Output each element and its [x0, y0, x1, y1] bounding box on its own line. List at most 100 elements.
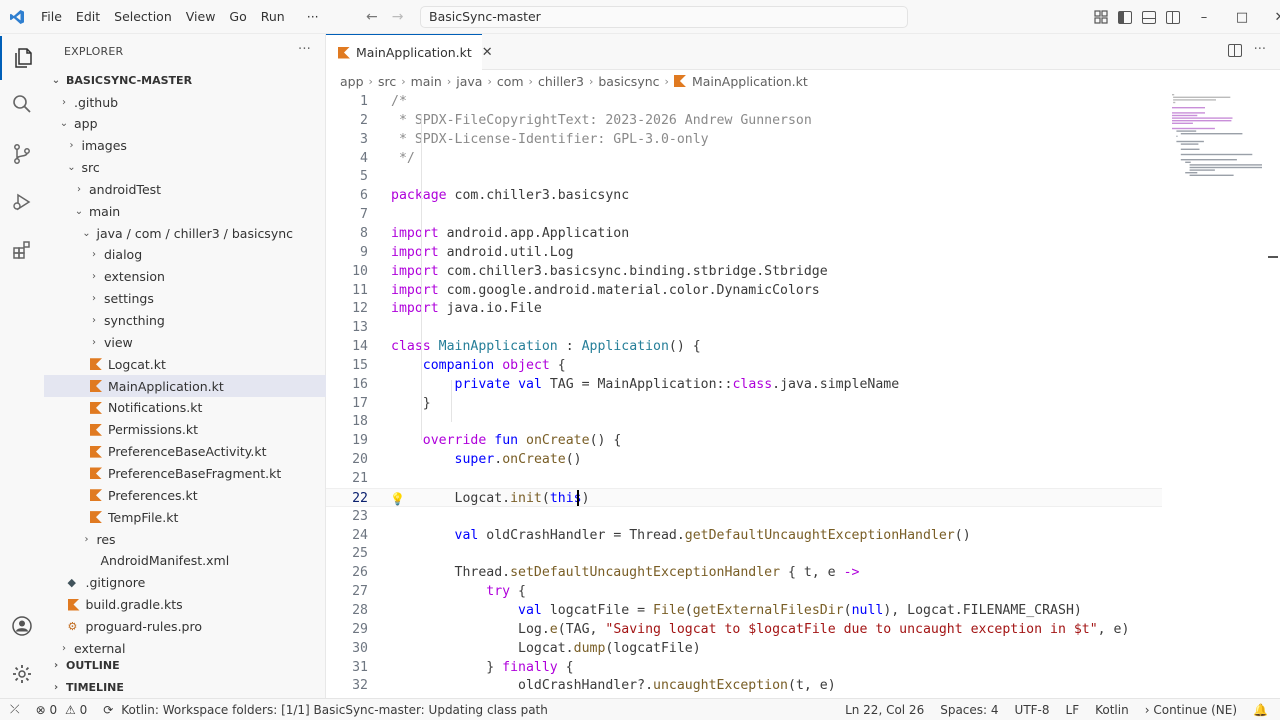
breadcrumb-item[interactable]: com — [497, 74, 524, 89]
code-line[interactable]: 12 import java.io.File — [326, 299, 1162, 318]
notifications-bell-icon[interactable]: 🔔 — [1245, 703, 1280, 717]
toggle-primary-sidebar-icon[interactable] — [1118, 10, 1132, 24]
code-line[interactable]: 26 Thread.setDefaultUncaughtExceptionHan… — [326, 563, 1162, 582]
tree-file[interactable]: Preferences.kt — [44, 484, 326, 506]
restore-button[interactable]: □ — [1228, 10, 1256, 25]
breadcrumb-item[interactable]: main — [411, 74, 442, 89]
code-line[interactable]: 27 try { — [326, 582, 1162, 601]
breadcrumb-item[interactable]: java — [456, 74, 482, 89]
code-line[interactable]: 29 Log.e(TAG, "Saving logcat to $logcatF… — [326, 620, 1162, 639]
accounts-icon[interactable] — [0, 604, 44, 648]
tree-file[interactable]: build.gradle.kts — [44, 594, 326, 616]
continue-status[interactable]: › Continue (NE) — [1137, 703, 1245, 717]
breadcrumb-item[interactable]: app — [340, 74, 364, 89]
tree-folder[interactable]: ⌄ java / com / chiller3 / basicsync — [44, 222, 326, 244]
menu-go[interactable]: Go — [222, 0, 253, 34]
toggle-panel-icon[interactable] — [1142, 10, 1156, 24]
tree-file[interactable]: TempFile.kt — [44, 506, 326, 528]
explorer-icon[interactable] — [0, 36, 44, 80]
encoding[interactable]: UTF-8 — [1007, 703, 1058, 717]
tree-folder[interactable]: › .github — [44, 91, 326, 113]
tree-file[interactable]: PreferenceBaseActivity.kt — [44, 441, 326, 463]
end-of-line[interactable]: LF — [1058, 703, 1088, 717]
close-window-button[interactable]: ✕ — [1266, 10, 1280, 25]
run-debug-icon[interactable] — [0, 180, 44, 224]
cursor-position[interactable]: Ln 22, Col 26 — [837, 703, 932, 717]
tree-folder[interactable]: › androidTest — [44, 178, 326, 200]
outline-section[interactable]: › OUTLINE — [44, 654, 326, 676]
code-line[interactable]: 21 — [326, 469, 1162, 488]
code-line[interactable]: 4 */ — [326, 149, 1162, 168]
language-mode[interactable]: Kotlin — [1087, 703, 1137, 717]
remote-indicator-icon[interactable]: ⤫ — [0, 702, 28, 717]
menu-selection[interactable]: Selection — [107, 0, 179, 34]
code-line[interactable]: 24 val oldCrashHandler = Thread.getDefau… — [326, 526, 1162, 545]
split-editor-icon[interactable] — [1228, 44, 1242, 57]
tree-folder[interactable]: ⌄ app — [44, 113, 326, 135]
code-line[interactable]: 20 super.onCreate() — [326, 450, 1162, 469]
forward-arrow-icon[interactable]: → — [392, 9, 404, 25]
tab-main-application[interactable]: MainApplication.kt ✕ — [326, 34, 493, 70]
tree-folder[interactable]: › settings — [44, 288, 326, 310]
code-editor[interactable]: 1 /* 2 * SPDX-FileCopyrightText: 2023-2026… — [326, 92, 1280, 698]
close-icon[interactable]: ✕ — [482, 45, 493, 60]
code-line[interactable]: 31 } finally { — [326, 658, 1162, 677]
breadcrumb-item[interactable]: chiller3 — [538, 74, 584, 89]
code-line[interactable]: 9 import android.util.Log — [326, 243, 1162, 262]
code-line[interactable]: 6 package com.chiller3.basicsync — [326, 186, 1162, 205]
extensions-icon[interactable] — [0, 228, 44, 272]
tree-folder[interactable]: › images — [44, 135, 326, 157]
manage-gear-icon[interactable] — [0, 652, 44, 696]
command-center-search[interactable]: BasicSync-master — [420, 6, 908, 28]
code-line[interactable]: 19 override fun onCreate() { — [326, 431, 1162, 450]
code-line[interactable]: 8 import android.app.Application — [326, 224, 1162, 243]
breadcrumb-item[interactable]: basicsync — [598, 74, 659, 89]
editor-more-actions-icon[interactable]: ··· — [1254, 42, 1266, 57]
tree-file[interactable]: MainApplication.kt — [44, 375, 326, 398]
tree-folder[interactable]: ⌄ main — [44, 200, 326, 222]
code-line[interactable]: 25 — [326, 544, 1162, 563]
timeline-section[interactable]: › TIMELINE — [44, 676, 326, 698]
tree-folder[interactable]: › res — [44, 528, 326, 550]
code-line[interactable]: 2 * SPDX-FileCopyrightText: 2023-2026 An… — [326, 111, 1162, 130]
tree-file[interactable]: AndroidManifest.xml — [44, 550, 326, 572]
search-icon[interactable] — [0, 82, 44, 126]
back-arrow-icon[interactable]: ← — [366, 9, 378, 25]
menu-view[interactable]: View — [179, 0, 223, 34]
code-line[interactable]: 14 class MainApplication : Application() … — [326, 337, 1162, 356]
code-line[interactable]: 11 import com.google.android.material.col… — [326, 281, 1162, 300]
code-line[interactable]: 5 — [326, 167, 1162, 186]
code-line[interactable]: 32 oldCrashHandler?.uncaughtException(t,… — [326, 676, 1162, 695]
code-line[interactable]: 3 * SPDX-License-Identifier: GPL-3.0-onl… — [326, 130, 1162, 149]
breadcrumb-item[interactable]: src — [378, 74, 396, 89]
problems-indicator[interactable]: ⊗ 0 ⚠ 0 — [28, 703, 96, 717]
source-control-icon[interactable] — [0, 132, 44, 176]
menu-more-icon[interactable]: ··· — [300, 0, 326, 34]
code-line[interactable]: 23 — [326, 507, 1162, 526]
code-line[interactable]: 1 /* — [326, 92, 1162, 111]
indentation[interactable]: Spaces: 4 — [932, 703, 1006, 717]
code-line[interactable]: 28 val logcatFile = File(getExternalFile… — [326, 601, 1162, 620]
code-line[interactable]: 10 import com.chiller3.basicsync.binding.… — [326, 262, 1162, 281]
customize-layout-icon[interactable] — [1094, 10, 1108, 24]
tree-file[interactable]: Logcat.kt — [44, 353, 326, 375]
code-line[interactable]: 22 💡 Logcat.init(this) — [326, 487, 1162, 507]
code-line[interactable]: 30 Logcat.dump(logcatFile) — [326, 639, 1162, 658]
tree-file[interactable]: ◆ .gitignore — [44, 572, 326, 594]
breadcrumb-item[interactable]: MainApplication.kt — [692, 74, 808, 89]
menu-file[interactable]: File — [34, 0, 69, 34]
tree-file[interactable]: ⚙ proguard-rules.pro — [44, 615, 326, 637]
tree-file[interactable]: Notifications.kt — [44, 397, 326, 419]
code-line[interactable]: 15 companion object { — [326, 356, 1162, 375]
tree-folder[interactable]: › dialog — [44, 244, 326, 266]
code-line[interactable]: 7 — [326, 205, 1162, 224]
tree-folder[interactable]: › syncthing — [44, 310, 326, 332]
minimize-button[interactable]: – — [1190, 10, 1218, 25]
minimap[interactable] — [1168, 92, 1262, 212]
code-line[interactable]: 13 — [326, 318, 1162, 337]
tree-folder[interactable]: › view — [44, 331, 326, 353]
explorer-more-actions-icon[interactable]: ··· — [298, 42, 311, 57]
tree-folder[interactable]: › extension — [44, 266, 326, 288]
toggle-secondary-sidebar-icon[interactable] — [1166, 10, 1180, 24]
tree-folder[interactable]: ⌄ src — [44, 157, 326, 179]
